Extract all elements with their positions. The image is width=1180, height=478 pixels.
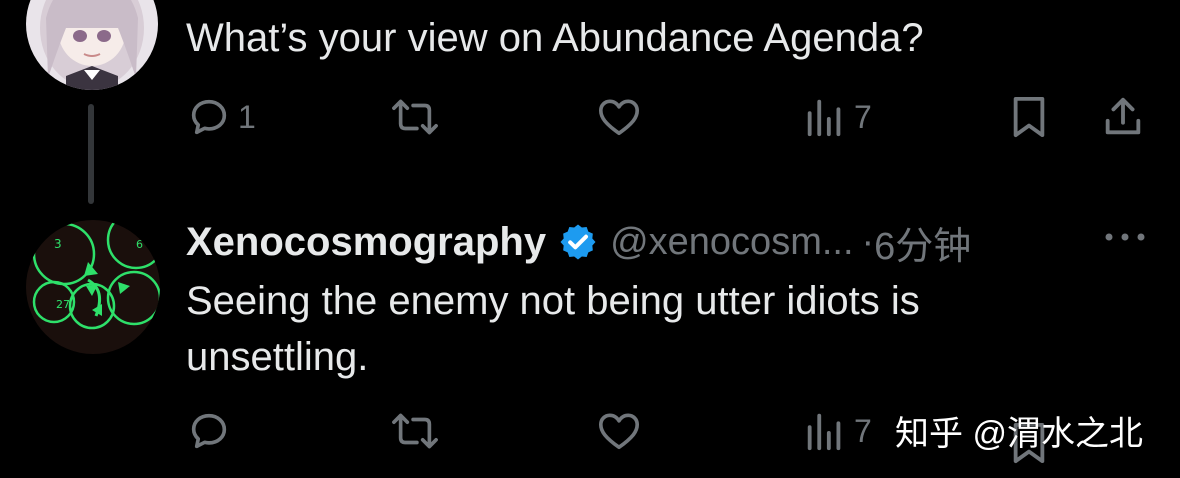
views-icon [807,413,841,451]
views-button[interactable]: 7 [802,408,872,454]
heart-icon [598,99,640,136]
bookmark-icon [1013,96,1045,138]
separator-dot: · [861,220,875,263]
tweet-text: Seeing the enemy not being utter idiots … [186,273,920,385]
views-icon [807,99,841,137]
retweet-button[interactable] [392,408,438,454]
reply-icon [191,99,227,135]
tweet-text: What’s your view on Abundance Agenda? [186,16,924,60]
share-button[interactable] [1100,94,1146,140]
like-button[interactable] [596,408,642,454]
thread-connector-line [88,104,94,204]
svg-text:6: 6 [136,238,143,251]
tweet-text-line: unsettling. [186,335,369,379]
display-name[interactable]: Xenocosmography [186,220,546,265]
handle[interactable]: @xenocosm... [610,221,853,264]
watermark: 知乎 @渭水之北 [895,415,1143,453]
avatar[interactable]: 3 6 27 [26,220,160,354]
tweet-text-line: Seeing the enemy not being utter idiots … [186,279,920,323]
svg-text:27: 27 [56,298,70,311]
reply-icon [191,413,227,449]
more-icon[interactable] [1100,222,1150,252]
views-count: 7 [854,98,872,135]
reply-button[interactable] [186,408,232,454]
retweet-icon [392,99,438,135]
tweet-header: Xenocosmography @xenocosm... · 6分钟 [186,212,971,272]
bookmark-button[interactable] [1008,94,1050,140]
timestamp[interactable]: 6分钟 [874,215,971,270]
avatar[interactable] [26,0,158,90]
reply-count: 1 [238,98,256,135]
heart-icon [598,413,640,450]
verified-badge-icon [560,224,596,260]
retweet-button[interactable] [392,94,438,140]
views-button[interactable]: 7 [802,94,872,140]
like-button[interactable] [596,94,642,140]
retweet-icon [392,413,438,449]
share-icon [1105,97,1141,135]
reply-button[interactable]: 1 [186,94,256,140]
views-count: 7 [854,412,872,449]
xenocosmography-avatar-image: 3 6 27 [26,220,160,354]
svg-text:3: 3 [54,237,62,251]
anime-avatar-image [26,0,158,90]
